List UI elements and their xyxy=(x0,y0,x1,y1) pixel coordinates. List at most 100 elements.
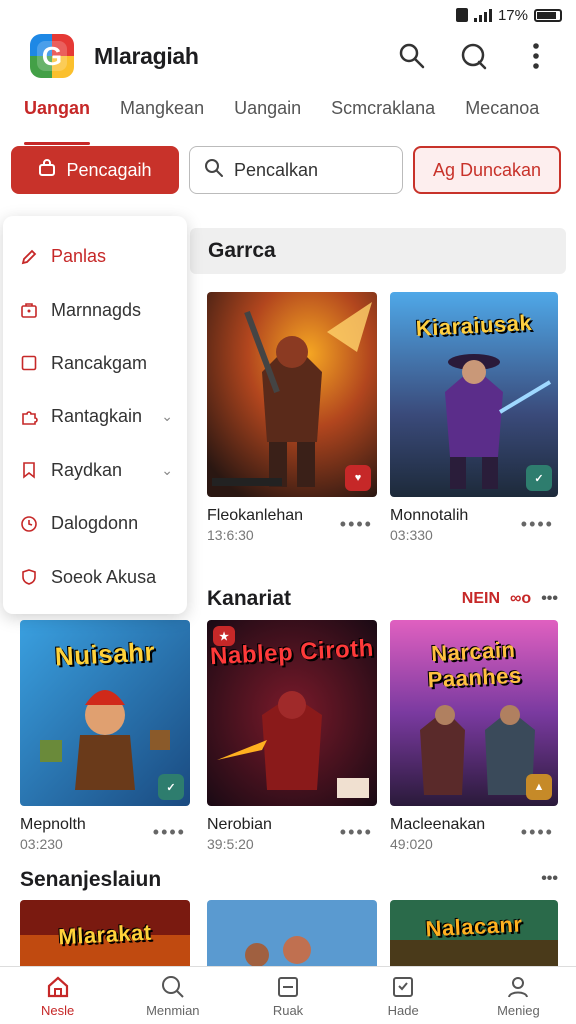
menu-item-label: Panlas xyxy=(51,246,107,267)
app-header: G Mlaragiah xyxy=(0,30,576,82)
game-card[interactable]: ♥ Fleokanlehan 13:6:30 •••• xyxy=(207,292,377,543)
chevron-down-icon: ⌄ xyxy=(161,408,173,425)
nav-label: Ruak xyxy=(272,1003,304,1018)
briefcase-icon xyxy=(19,300,39,320)
more-horiz-icon[interactable]: •••• xyxy=(153,822,186,843)
more-horiz-icon[interactable]: ••• xyxy=(541,870,558,888)
more-horiz-icon[interactable]: •••• xyxy=(521,822,554,843)
section-title-senanjeslaiun: Senanjeslaiun xyxy=(20,868,162,891)
menu-item-soeok-akusa[interactable]: Soeok Akusa xyxy=(3,550,187,603)
nav-item-hade[interactable]: Hade xyxy=(346,967,461,1024)
game-thumbnail: Mlarakat xyxy=(20,900,190,970)
section-title-kanariat: Kanariat xyxy=(207,587,292,610)
app-screen: 17% G Mlaragiah Uangan Mangkean Uangain … xyxy=(0,0,576,1024)
profile-icon xyxy=(504,973,532,1001)
nav-item-search[interactable]: Menmian xyxy=(115,967,230,1024)
search-icon[interactable] xyxy=(396,40,428,72)
menu-item-marnnagds[interactable]: Marnnagds xyxy=(3,283,187,336)
game-card[interactable]: Nalacanr xyxy=(390,900,558,970)
game-card[interactable]: Narcain Paanhes ▲ Macleenakan 49:020 •••… xyxy=(390,620,558,852)
bottom-nav: Nesle Menmian Ruak Hade Menieg xyxy=(0,966,576,1024)
app-logo: G xyxy=(30,34,74,78)
search-field-icon xyxy=(204,158,224,183)
platform-badge: ✓ xyxy=(526,465,552,491)
game-card[interactable]: Kiaraiusak ✓ Monnotalih 03:330 •••• xyxy=(390,292,558,543)
battery-icon xyxy=(534,8,562,22)
tab-uangan[interactable]: Uangan xyxy=(24,94,91,145)
tab-bar: Uangan Mangkean Uangain Scmcraklana Meca… xyxy=(0,94,576,145)
more-horiz-icon[interactable]: •••• xyxy=(521,514,554,535)
game-card[interactable] xyxy=(207,900,377,970)
menu-item-raydkan[interactable]: Raydkan ⌄ xyxy=(3,444,187,497)
section-more-label: NEIN xyxy=(461,590,500,607)
search-input-value: Pencalkan xyxy=(234,159,319,180)
menu-item-panlas[interactable]: Panlas xyxy=(3,230,187,283)
pencil-icon xyxy=(19,247,39,267)
more-horiz-icon[interactable]: •••• xyxy=(340,822,373,843)
nav-label: Menieg xyxy=(497,1003,540,1018)
platform-badge: ♥ xyxy=(345,465,371,491)
battery-text: 17% xyxy=(497,6,528,24)
menu-item-label: Soeok Akusa xyxy=(51,566,157,587)
game-thumbnail: Nablep Ciroth ★ xyxy=(207,620,377,806)
nav-item-ruak[interactable]: Ruak xyxy=(230,967,345,1024)
more-horiz-icon[interactable]: ••• xyxy=(541,590,558,608)
game-card[interactable]: Nablep Ciroth ★ Nerobian 39:5:20 •••• xyxy=(207,620,377,852)
game-thumbnail: Nalacanr xyxy=(390,900,558,970)
section-header-garrca: Garrca xyxy=(190,228,566,274)
bag-icon xyxy=(38,158,56,182)
square-icon xyxy=(19,353,39,373)
game-thumbnail: Nuisahr ✓ xyxy=(20,620,190,806)
nav-item-home[interactable]: Nesle xyxy=(0,967,115,1024)
game-title-art: Narcain Paanhes xyxy=(427,636,523,693)
chevron-down-icon: ⌄ xyxy=(161,461,173,478)
app-title: Mlaragiah xyxy=(94,42,199,69)
menu-item-label: Rancakgam xyxy=(51,352,148,373)
action-row: Pencagaih Pencalkan Ag Duncakan xyxy=(11,146,565,196)
game-thumbnail: ♥ xyxy=(207,292,377,497)
clock-icon xyxy=(19,514,39,534)
status-bar: 17% xyxy=(0,0,576,30)
primary-button[interactable]: Pencagaih xyxy=(11,146,179,194)
game-card[interactable]: Mlarakat xyxy=(20,900,190,970)
game-thumbnail: Kiaraiusak ✓ xyxy=(390,292,558,497)
tab-mangkean[interactable]: Mangkean xyxy=(120,94,204,136)
menu-item-label: Rantagkain xyxy=(51,406,143,427)
puzzle-icon xyxy=(19,407,39,427)
tab-mecanoa[interactable]: Mecanoa xyxy=(465,94,539,136)
tab-scmcraklana[interactable]: Scmcraklana xyxy=(331,94,435,136)
nav-label: Nesle xyxy=(40,1003,75,1018)
dropdown-menu: Panlas Marnnagds Rancakgam Rantagkain ⌄ … xyxy=(3,216,187,614)
section-title: Garrca xyxy=(208,239,276,262)
more-horiz-icon[interactable]: •••• xyxy=(340,514,373,535)
tab-uangain[interactable]: Uangain xyxy=(234,94,301,136)
menu-item-dalogdonn[interactable]: Dalogdonn xyxy=(3,497,187,550)
menu-item-rantagkain[interactable]: Rantagkain ⌄ xyxy=(3,390,187,443)
outline-button[interactable]: Ag Duncakan xyxy=(413,146,561,194)
primary-button-label: Pencagaih xyxy=(66,159,152,180)
nav-label: Hade xyxy=(387,1003,419,1018)
search-input[interactable]: Pencalkan xyxy=(189,146,403,194)
more-vert-icon[interactable] xyxy=(520,40,552,72)
signal-icon xyxy=(473,8,492,22)
menu-item-label: Dalogdonn xyxy=(51,513,139,534)
bookmark-icon xyxy=(19,460,39,480)
home-icon xyxy=(44,973,72,1001)
menu-item-label: Raydkan xyxy=(51,459,123,480)
search-alt-icon[interactable] xyxy=(458,40,490,72)
game-thumbnail: Narcain Paanhes ▲ xyxy=(390,620,558,806)
section-more-extra: ∞o xyxy=(510,590,532,607)
nav-item-profile[interactable]: Menieg xyxy=(461,967,576,1024)
shield-icon xyxy=(19,567,39,587)
grid-card-icon xyxy=(274,973,302,1001)
platform-badge: ✓ xyxy=(158,774,184,800)
search-icon xyxy=(159,973,187,1001)
check-card-icon xyxy=(389,973,417,1001)
platform-badge: ★ xyxy=(213,626,235,646)
nav-label: Menmian xyxy=(146,1003,200,1018)
menu-item-rancakgam[interactable]: Rancakgam xyxy=(3,337,187,390)
section-more[interactable]: NEIN ∞o ••• xyxy=(462,590,558,608)
platform-badge: ▲ xyxy=(526,774,552,800)
menu-item-label: Marnnagds xyxy=(51,299,142,320)
game-card[interactable]: Nuisahr ✓ Mepnolth 03:230 •••• xyxy=(20,620,190,852)
